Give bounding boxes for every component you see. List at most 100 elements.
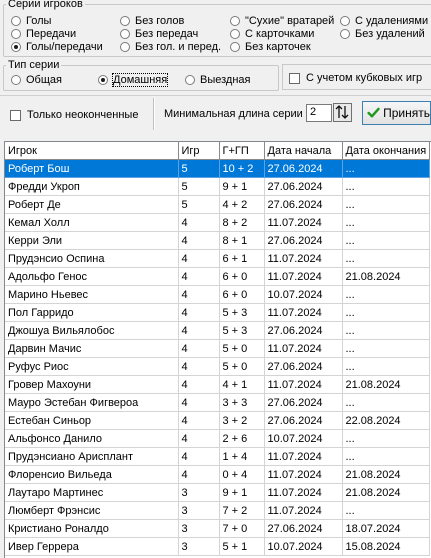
radio-away-indicator[interactable] xyxy=(185,75,195,85)
column-header-games[interactable]: Игр xyxy=(178,142,220,160)
cell-goals-assists: 8 + 2 xyxy=(219,213,265,232)
table-row[interactable]: Прудэнсио Оспина 4 6 + 1 11.07.2024... xyxy=(5,249,430,268)
table-row[interactable]: Гровер Махоуни 4 4 + 1 11.07.2024 21.08.2024 xyxy=(5,375,430,394)
cell-goals-assists: 0 + 4 xyxy=(219,465,265,484)
radio-goals-assists-indicator[interactable] xyxy=(11,42,21,52)
table-row[interactable]: Кристиано Роналдо 3 7 + 0 27.06.2024 18.07.2… xyxy=(5,519,430,538)
radio-with-cards-indicator[interactable] xyxy=(230,29,240,39)
radio-goals-assists[interactable]: Голы/передачи xyxy=(11,40,103,54)
table-body: Роберт Бош 5 10 + 2 27.06.2024... Фредди Укр… xyxy=(5,159,430,556)
cell-goals-assists: 2 + 6 xyxy=(219,429,265,448)
table-row[interactable]: Лаутаро Мартинес 3 9 + 1 11.07.2024 21.08.20… xyxy=(5,483,430,502)
cell-player: Марино Ньевес xyxy=(5,285,179,304)
table-row[interactable]: Роберт Бош 5 10 + 2 27.06.2024... xyxy=(5,159,430,178)
cell-player: Роберт Де xyxy=(5,195,179,214)
cell-end-date: ... xyxy=(342,429,430,448)
column-header-goals-assists[interactable]: Г+ГП xyxy=(219,142,265,160)
radio-with-cards[interactable]: С карточками xyxy=(230,27,314,41)
table-row[interactable]: Роберт Де 5 4 + 2 27.06.2024... xyxy=(5,195,430,214)
cell-goals-assists: 3 + 2 xyxy=(219,411,265,430)
column-header-start-date[interactable]: Дата начала xyxy=(264,142,343,160)
cell-player: Керри Эли xyxy=(5,231,179,250)
radio-home-indicator[interactable] xyxy=(98,75,108,85)
radio-no-cards[interactable]: Без карточек xyxy=(230,40,311,54)
cell-start-date: 10.07.2024 xyxy=(264,429,343,448)
column-header-end-date[interactable]: Дата окончания xyxy=(342,142,430,160)
table-row[interactable]: Марино Ньевес 4 6 + 0 10.07.2024... xyxy=(5,285,430,304)
radio-clean-sheets-indicator[interactable] xyxy=(230,16,240,26)
table-row[interactable]: Флоренсио Вильеда 4 0 + 4 11.07.2024 21.08.2… xyxy=(5,465,430,484)
radio-overall-indicator[interactable] xyxy=(11,75,21,85)
radio-clean-sheets[interactable]: "Сухие" вратарей xyxy=(230,14,334,28)
cell-goals-assists: 8 + 1 xyxy=(219,231,265,250)
table-row[interactable]: Руфус Риос 4 5 + 0 27.06.2024... xyxy=(5,357,430,376)
cell-games: 4 xyxy=(178,375,220,394)
table-row[interactable]: Люмберт Фрэнсис 3 7 + 2 11.07.2024... xyxy=(5,501,430,520)
radio-goals-indicator[interactable] xyxy=(11,16,21,26)
unfinished-checkbox[interactable]: Только неоконченные xyxy=(10,108,138,122)
radio-no-goals-indicator[interactable] xyxy=(120,16,130,26)
cell-games: 4 xyxy=(178,267,220,286)
radio-no-red-cards-indicator[interactable] xyxy=(340,29,350,39)
toolbar-separator xyxy=(153,98,155,130)
cell-end-date: 21.08.2024 xyxy=(342,465,430,484)
table-row[interactable]: Фредди Укроп 5 9 + 1 27.06.2024... xyxy=(5,177,430,196)
min-length-spinner[interactable] xyxy=(333,103,352,122)
table-row[interactable]: Кемал Холл 4 8 + 2 11.07.2024... xyxy=(5,213,430,232)
radio-assists[interactable]: Передачи xyxy=(11,27,76,41)
table-row[interactable]: Керри Эли 4 8 + 1 27.06.2024... xyxy=(5,231,430,250)
cell-start-date: 11.07.2024 xyxy=(264,375,343,394)
cell-start-date: 11.07.2024 xyxy=(264,447,343,466)
radio-no-assists-indicator[interactable] xyxy=(120,29,130,39)
cell-games: 4 xyxy=(178,321,220,340)
table-row[interactable]: Естебан Синьор 4 3 + 2 27.06.2024 22.08.2024 xyxy=(5,411,430,430)
cell-end-date: ... xyxy=(342,231,430,250)
unfinished-box[interactable] xyxy=(10,109,21,121)
radio-no-red-cards[interactable]: Без удалений xyxy=(340,27,425,41)
radio-assists-indicator[interactable] xyxy=(11,29,21,39)
table-row[interactable]: Дарвин Мачис 4 5 + 0 11.07.2024... xyxy=(5,339,430,358)
table-row[interactable]: Адольфо Генос 4 6 + 0 11.07.2024 21.08.2024 xyxy=(5,267,430,286)
cell-games: 4 xyxy=(178,249,220,268)
table-row[interactable]: Прудэнсиано Арисплант 4 1 + 4 11.07.2024... xyxy=(5,447,430,466)
min-length-input[interactable]: 2 xyxy=(306,104,332,122)
cell-end-date: 22.08.2024 xyxy=(342,411,430,430)
radio-home[interactable]: Домашняя xyxy=(98,73,169,87)
table-header-row: Игрок Игр Г+ГП Дата начала Дата окончани… xyxy=(5,142,430,160)
cell-goals-assists: 5 + 0 xyxy=(219,339,265,358)
cell-games: 5 xyxy=(178,177,220,196)
cell-player: Джошуа Вильялобос xyxy=(5,321,179,340)
radio-no-goals-and-assists[interactable]: Без гол. и перед. xyxy=(120,40,221,54)
table-row[interactable]: Пол Гарридо 4 5 + 3 11.07.2024... xyxy=(5,303,430,322)
cup-games-checkbox[interactable]: С учетом кубковых игр xyxy=(289,71,422,85)
radio-no-goals[interactable]: Без голов xyxy=(120,14,184,28)
cell-end-date: ... xyxy=(342,321,430,340)
cell-start-date: 11.07.2024 xyxy=(264,249,343,268)
radio-no-assists[interactable]: Без передач xyxy=(120,27,198,41)
cell-games: 4 xyxy=(178,429,220,448)
up-down-arrows-icon xyxy=(335,105,349,119)
cell-end-date: ... xyxy=(342,195,430,214)
accept-button[interactable]: Принять xyxy=(362,101,431,125)
column-header-player[interactable]: Игрок xyxy=(5,142,179,160)
table-row[interactable]: Альфонсо Данило 4 2 + 6 10.07.2024... xyxy=(5,429,430,448)
radio-no-cards-indicator[interactable] xyxy=(230,42,240,52)
cup-games-box[interactable] xyxy=(289,72,300,84)
cell-games: 4 xyxy=(178,339,220,358)
min-length-label: Минимальная длина серии xyxy=(164,108,303,120)
accept-button-label: Принять xyxy=(383,106,430,120)
radio-overall[interactable]: Общая xyxy=(11,73,62,87)
radio-goals[interactable]: Голы xyxy=(11,14,51,28)
cell-games: 3 xyxy=(178,519,220,538)
cell-player: Ивер Геррера xyxy=(5,537,179,556)
table-row[interactable]: Мауро Эстебан Фигвероа 4 3 + 3 27.06.2024..… xyxy=(5,393,430,412)
radio-with-red-cards-indicator[interactable] xyxy=(340,16,350,26)
radio-no-goals-and-assists-indicator[interactable] xyxy=(120,42,130,52)
radio-away[interactable]: Выездная xyxy=(185,73,251,87)
player-series-grid[interactable]: Игрок Игр Г+ГП Дата начала Дата окончани… xyxy=(4,141,431,558)
radio-with-red-cards[interactable]: С удалениями xyxy=(340,14,428,28)
cell-player: Мауро Эстебан Фигвероа xyxy=(5,393,179,412)
table-row[interactable]: Ивер Геррера 3 5 + 1 10.07.2024 15.08.2024 xyxy=(5,537,430,556)
cell-start-date: 27.06.2024 xyxy=(264,357,343,376)
table-row[interactable]: Джошуа Вильялобос 4 5 + 3 27.06.2024... xyxy=(5,321,430,340)
